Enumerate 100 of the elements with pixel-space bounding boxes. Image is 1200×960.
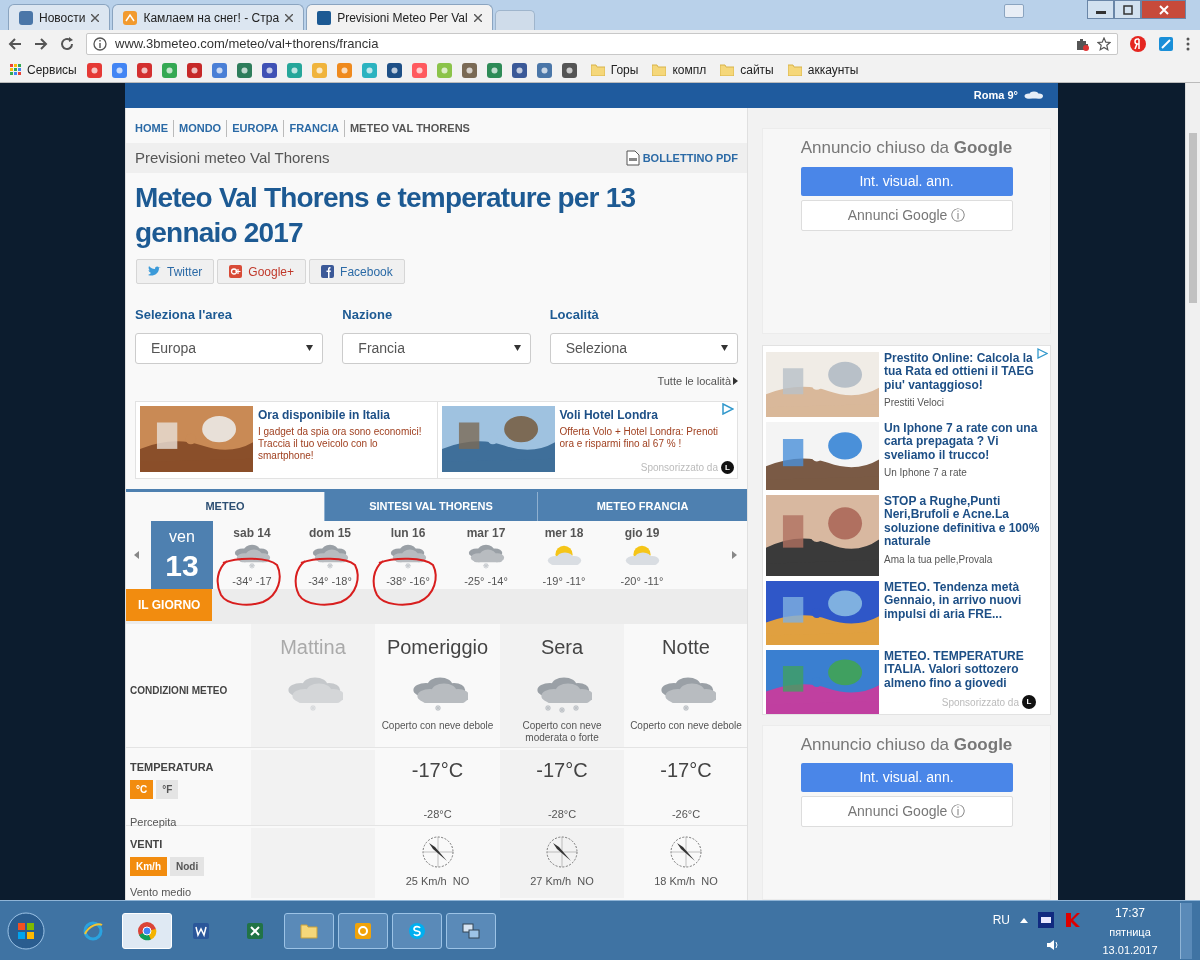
site-favicon-icon[interactable] — [386, 62, 402, 78]
site-favicon-icon[interactable] — [511, 62, 527, 78]
row-label: TEMPERATURA — [130, 760, 215, 775]
site-favicon-icon[interactable] — [486, 62, 502, 78]
ads-info-button[interactable]: Annunci Google ⓘ — [800, 796, 1013, 828]
snow-cloud-icon — [232, 542, 272, 571]
ad-title[interactable]: Ora disponibile in Italia — [258, 406, 427, 424]
bookmark-link[interactable]: Сервисы — [27, 61, 77, 79]
ad-headline[interactable]: Prestito Online: Calcola la tua Rata ed ottieni il TAEG piu' vantaggioso! — [884, 351, 1047, 393]
temperature-range: -38° -16° — [386, 573, 430, 589]
ads-info-button[interactable]: Annunci Google ⓘ — [800, 199, 1013, 231]
wind-value: 18 Km/h NO — [654, 874, 718, 889]
site-favicon-icon[interactable] — [111, 62, 127, 78]
browser-tab[interactable]: Камлаем на снег! - Стра — [112, 4, 305, 30]
site-favicon-icon[interactable] — [186, 62, 202, 78]
site-favicon-icon[interactable] — [561, 62, 577, 78]
breadcrumb-link[interactable]: FRANCIA — [283, 120, 339, 137]
ad-headline[interactable]: Un Iphone 7 a rate con una carta prepagata ? Vi sveliamo il trucco! — [884, 421, 1047, 463]
day-label: sab 14 — [233, 525, 271, 542]
compass-arrow-icon — [420, 835, 455, 869]
bookmark-folder[interactable]: аккаунты — [807, 61, 859, 79]
forecast-day[interactable]: dom 15 -34° -18° — [299, 521, 361, 589]
extension-icon[interactable] — [1158, 36, 1174, 52]
unit-toggle[interactable]: °F — [156, 779, 179, 799]
star-icon[interactable] — [1097, 37, 1111, 51]
close-icon[interactable] — [285, 13, 294, 22]
ad-source: Prestiti Veloci — [884, 396, 946, 411]
hide-ad-button[interactable]: Int. visual. ann. — [800, 166, 1013, 196]
pdf-document-icon — [625, 150, 640, 166]
all-places-link[interactable]: Tutte le località — [657, 372, 731, 389]
close-icon[interactable] — [91, 13, 100, 22]
bookmark-folder[interactable]: компл — [672, 61, 707, 79]
info-icon[interactable] — [93, 37, 107, 51]
forward-arrow-icon[interactable] — [34, 37, 48, 51]
forecast-day[interactable]: sab 14 -34° -17 — [221, 521, 283, 589]
site-favicon-icon[interactable] — [86, 62, 102, 78]
unit-toggle[interactable]: Nodi — [170, 856, 205, 876]
scrollbar-thumb[interactable] — [1189, 133, 1197, 303]
site-favicon-icon[interactable] — [211, 62, 227, 78]
ad-headline[interactable]: METEO. Tendenza metà Gennaio, in arrivo nuovi impulsi di aria FRE... — [884, 580, 1047, 622]
dropdown[interactable]: Seleziona — [549, 332, 738, 364]
dropdown-caret-icon — [513, 345, 521, 351]
forecast-day[interactable]: mer 18 -19° -11° — [533, 521, 595, 589]
temperature-range: -34° -18° — [308, 573, 352, 589]
taskbar-app-button[interactable] — [446, 912, 496, 949]
site-favicon-icon[interactable] — [136, 62, 152, 78]
forecast-day[interactable]: lun 16 -38° -16° — [377, 521, 439, 589]
breadcrumb-link[interactable]: MONDO — [173, 120, 222, 137]
arrow-right-icon[interactable] — [732, 551, 737, 559]
back-arrow-icon[interactable] — [8, 37, 22, 51]
site-favicon-icon[interactable] — [536, 62, 552, 78]
forecast-day[interactable]: mar 17 -25° -14° — [455, 521, 517, 589]
user-profile-button[interactable] — [1004, 4, 1024, 18]
menu-icon[interactable] — [1186, 37, 1190, 51]
minimize-button[interactable] — [1087, 0, 1114, 19]
arrow-left-icon[interactable] — [134, 551, 139, 559]
forecast-day[interactable]: gio 19 -20° -11° — [611, 521, 673, 589]
clock[interactable]: 17:37 пятница 13.01.2017 — [1092, 903, 1168, 959]
address-bar[interactable]: www.3bmeteo.com/meteo/val+thorens/francia — [86, 33, 1118, 55]
maximize-button[interactable] — [1114, 0, 1141, 19]
site-favicon-icon[interactable] — [261, 62, 277, 78]
scrollbar[interactable] — [1185, 83, 1200, 900]
taskbar-app-button[interactable] — [284, 912, 334, 949]
snow-cloud-icon — [310, 542, 350, 571]
share-button[interactable]: Facebook — [309, 259, 405, 284]
hide-ad-button[interactable]: Int. visual. ann. — [800, 763, 1013, 793]
site-favicon-icon[interactable] — [461, 62, 477, 78]
start-button-icon[interactable] — [6, 910, 46, 951]
language-indicator[interactable]: RU — [992, 911, 1010, 929]
puzzle-icon[interactable] — [1075, 37, 1089, 51]
browser-tab[interactable]: Previsioni Meteo Per Val — [306, 4, 493, 30]
share-button[interactable]: Twitter — [136, 259, 215, 284]
breadcrumb-link[interactable]: EUROPA — [226, 120, 279, 137]
selected-day[interactable]: ven 13 — [151, 521, 213, 589]
share-button[interactable]: Google+ — [217, 259, 307, 284]
yandex-extension-icon[interactable] — [1130, 36, 1146, 52]
forecast-tab[interactable]: METEO — [126, 492, 324, 521]
taskbar-app-button[interactable] — [338, 912, 388, 949]
breadcrumb-link[interactable]: HOME — [135, 120, 168, 137]
close-icon[interactable] — [473, 13, 482, 22]
caret-up-icon[interactable] — [1020, 917, 1028, 923]
ad-headline[interactable]: METEO. TEMPERATURE ITALIA. Valori sottozero almeno fino a giovedi — [884, 649, 1047, 691]
ad-headline[interactable]: STOP a Rughe,Punti Neri,Brufoli e Acne.La soluzione definitiva e 100% naturale — [884, 494, 1047, 549]
adchoices-icon[interactable] — [1037, 347, 1048, 359]
pdf-link[interactable]: BOLLETTINO PDF — [642, 149, 738, 167]
site-favicon-icon[interactable] — [236, 62, 252, 78]
taskbar-app-button[interactable] — [392, 912, 442, 949]
keyboard-layout-icon[interactable] — [1038, 912, 1054, 928]
sponsor-label: Sponsorizzato da — [941, 695, 1019, 710]
reload-icon[interactable] — [60, 37, 74, 51]
bookmark-folder[interactable]: сайты — [740, 61, 774, 79]
apps-grid-icon[interactable] — [10, 64, 22, 76]
ad-title[interactable]: Voli Hotel Londra — [559, 406, 727, 424]
browser-tab[interactable]: Новости — [8, 4, 111, 30]
dropdown[interactable]: Europa — [135, 332, 324, 364]
adchoices-icon[interactable] — [722, 403, 734, 415]
speaker-icon[interactable] — [1046, 939, 1060, 951]
close-button[interactable] — [1141, 0, 1186, 19]
dropdown[interactable]: Francia — [342, 332, 531, 364]
bookmark-folder[interactable]: Горы — [610, 61, 639, 79]
